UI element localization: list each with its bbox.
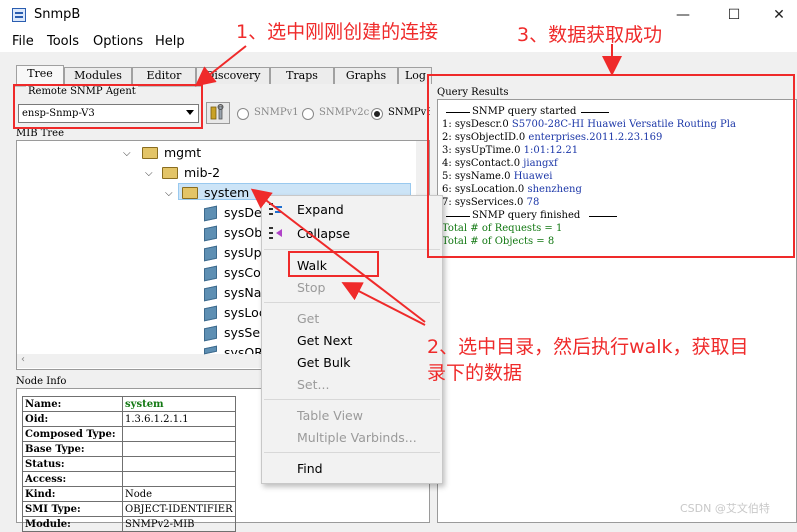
arrow-to-agent: [194, 45, 247, 87]
annotation-arrows: [194, 44, 622, 326]
arrow-to-system: [250, 188, 426, 323]
watermark: CSDN @艾文伯特: [680, 502, 770, 515]
annotation-step-2-line1: 2、选中目录，然后执行walk，获取目: [427, 336, 749, 358]
annotation-step-3: 3、数据获取成功: [517, 24, 663, 46]
annotation-step-1: 1、选中刚刚创建的连接: [236, 21, 439, 43]
annotation-step-2-line2: 录下的数据: [427, 362, 523, 384]
